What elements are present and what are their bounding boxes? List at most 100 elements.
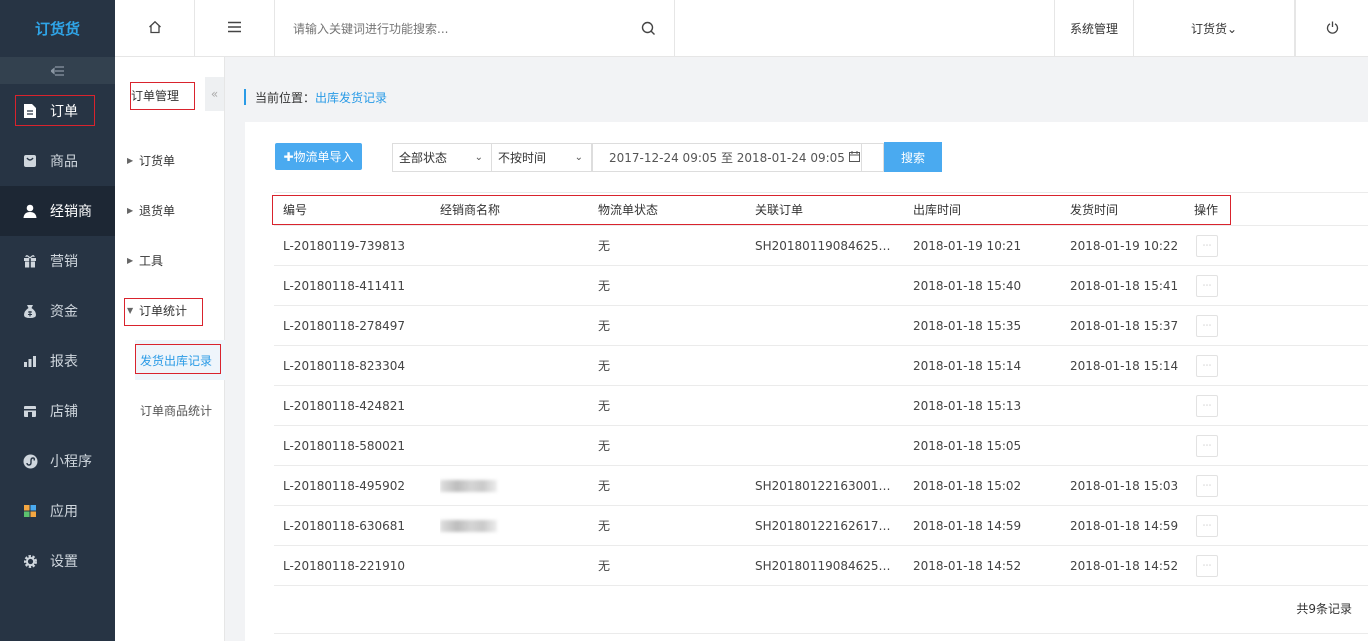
sidebar-item-store[interactable]: 店铺 (0, 386, 115, 436)
logistics-status: 无 (598, 359, 611, 373)
comment-icon[interactable]: ⋯ (1196, 394, 1218, 417)
logistics-status: 无 (598, 439, 611, 453)
sidebar-item-miniprogram[interactable]: 小程序 (0, 436, 115, 486)
comment-icon[interactable]: ⋯ (1196, 514, 1218, 537)
related-order: SH2018011908462571... (755, 226, 905, 265)
logistics-status: 无 (598, 319, 611, 333)
sidebar-item-label: 经销商 (50, 204, 92, 220)
outbound-time: 2018-01-18 15:40 (913, 278, 1022, 293)
breadcrumb-prefix: 当前位置： (255, 90, 316, 105)
status-select[interactable]: 全部状态 ⌄ (392, 143, 492, 172)
import-logistics-button[interactable]: ✚物流单导入 (275, 143, 362, 170)
function-search (275, 0, 675, 57)
table-row: L-20180118-424821 无 2018-01-18 15:13 ⋯ (274, 386, 1368, 426)
sidebar-item-label: 小程序 (50, 454, 92, 470)
highlight-box-shipping-records (135, 344, 221, 374)
table-row: L-20180118-495902 无 SH2018012216300178... 2… (274, 466, 1368, 506)
outbound-time: 2018-01-18 15:05 (913, 438, 1022, 453)
sidebar-item-label: 店铺 (50, 404, 78, 420)
sidebar-collapse-icon[interactable] (0, 57, 115, 84)
related-order-text[interactable]: SH2018012216300178... (755, 479, 895, 493)
record-id: L-20180118-630681 (283, 518, 406, 533)
comment-icon[interactable]: ⋯ (1196, 234, 1218, 257)
subnav-item-product-stats[interactable]: 订单商品统计 (135, 390, 225, 430)
ship-time: 2018-01-19 10:22 (1070, 238, 1179, 253)
outbound-time: 2018-01-18 15:14 (913, 358, 1022, 373)
comment-icon[interactable]: ⋯ (1196, 434, 1218, 457)
sidebar-item-marketing[interactable]: 营销 (0, 236, 115, 286)
search-input[interactable] (293, 21, 623, 36)
actions: ⋯ (1194, 346, 1234, 385)
time-select[interactable]: 不按时间 ⌄ (492, 143, 592, 172)
record-id: L-20180118-495902 (283, 478, 406, 493)
ship-time: 2018-01-18 15:41 (1070, 278, 1179, 293)
money-bag-icon (22, 303, 38, 319)
search-button[interactable]: 搜索 (884, 142, 942, 172)
system-management-label: 系统管理 (1069, 22, 1118, 36)
dealer-name (440, 386, 590, 425)
subnav-group-tools[interactable]: ▶ 工具 (115, 235, 225, 285)
highlight-box-order-stats (124, 298, 203, 326)
subnav-item-label: 订单商品统计 (140, 403, 213, 418)
actions: ⋯ (1194, 226, 1234, 265)
logistics-status: 无 (598, 559, 611, 573)
sidebar-item-apps[interactable]: 应用 (0, 486, 115, 536)
comment-icon[interactable]: ⋯ (1196, 314, 1218, 337)
sidebar-item-reports[interactable]: 报表 (0, 336, 115, 386)
date-range-clear[interactable] (862, 143, 884, 172)
breadcrumb: 当前位置： 出库发货记录 (244, 89, 387, 105)
breadcrumb-current[interactable]: 出库发货记录 (315, 89, 387, 106)
related-order (755, 346, 905, 385)
gift-icon (22, 253, 38, 269)
store-icon (22, 403, 38, 419)
ship-time: 2018-01-18 15:14 (1070, 358, 1179, 373)
dealer-name (440, 306, 590, 345)
menu-button[interactable] (195, 0, 275, 57)
search-icon[interactable] (641, 21, 656, 39)
record-id: L-20180118-580021 (283, 438, 406, 453)
app-logo: 订货货 (34, 20, 80, 38)
logout-button[interactable] (1295, 0, 1368, 57)
date-range-input[interactable]: 2017-12-24 09:05 至 2018-01-24 09:05 (592, 143, 862, 172)
related-order: SH2018011908462571... (755, 546, 905, 585)
actions: ⋯ (1194, 306, 1234, 345)
user-menu-button[interactable]: 订货货⌄ (1134, 0, 1295, 57)
divider (274, 633, 1368, 634)
related-order-text[interactable]: SH2018011908462571... (755, 239, 895, 253)
actions: ⋯ (1194, 386, 1234, 425)
sidebar-item-label: 商品 (50, 154, 78, 170)
table-row: L-20180118-221910 无 SH2018011908462571... 2… (274, 546, 1368, 586)
subnav-group-returns[interactable]: ▶ 退货单 (115, 185, 225, 235)
dealer-name (440, 466, 590, 505)
related-order-text[interactable]: SH2018012216261788... (755, 519, 895, 533)
subnav-collapse-icon[interactable]: « (205, 77, 224, 111)
related-order (755, 386, 905, 425)
related-order: SH2018012216300178... (755, 466, 905, 505)
outbound-time: 2018-01-18 15:35 (913, 318, 1022, 333)
related-order-text[interactable]: SH2018011908462571... (755, 559, 895, 573)
home-icon (148, 20, 162, 37)
menu-icon (227, 21, 242, 36)
table-row: L-20180118-278497 无 2018-01-18 15:35 2018-0… (274, 306, 1368, 346)
comment-icon[interactable]: ⋯ (1196, 354, 1218, 377)
logistics-status: 无 (598, 239, 611, 253)
actions: ⋯ (1194, 466, 1234, 505)
actions: ⋯ (1194, 426, 1234, 465)
bag-icon (22, 153, 38, 169)
subnav-group-order-list[interactable]: ▶ 订货单 (115, 135, 225, 185)
logistics-status: 无 (598, 279, 611, 293)
comment-icon[interactable]: ⋯ (1196, 554, 1218, 577)
sidebar-item-dealers[interactable]: 经销商 (0, 186, 115, 236)
comment-icon[interactable]: ⋯ (1196, 474, 1218, 497)
sidebar-item-settings[interactable]: 设置 (0, 536, 115, 586)
home-button[interactable] (115, 0, 195, 57)
table-row: L-20180119-739813 无 SH2018011908462571... 2… (274, 226, 1368, 266)
outbound-time: 2018-01-18 15:02 (913, 478, 1022, 493)
system-management-button[interactable]: 系统管理 (1054, 0, 1134, 57)
comment-icon[interactable]: ⋯ (1196, 274, 1218, 297)
highlight-box-table-header (272, 195, 1231, 225)
sidebar-item-products[interactable]: 商品 (0, 136, 115, 186)
sidebar-item-label: 报表 (50, 354, 78, 370)
sidebar-item-funds[interactable]: 资金 (0, 286, 115, 336)
outbound-time: 2018-01-18 15:13 (913, 398, 1022, 413)
